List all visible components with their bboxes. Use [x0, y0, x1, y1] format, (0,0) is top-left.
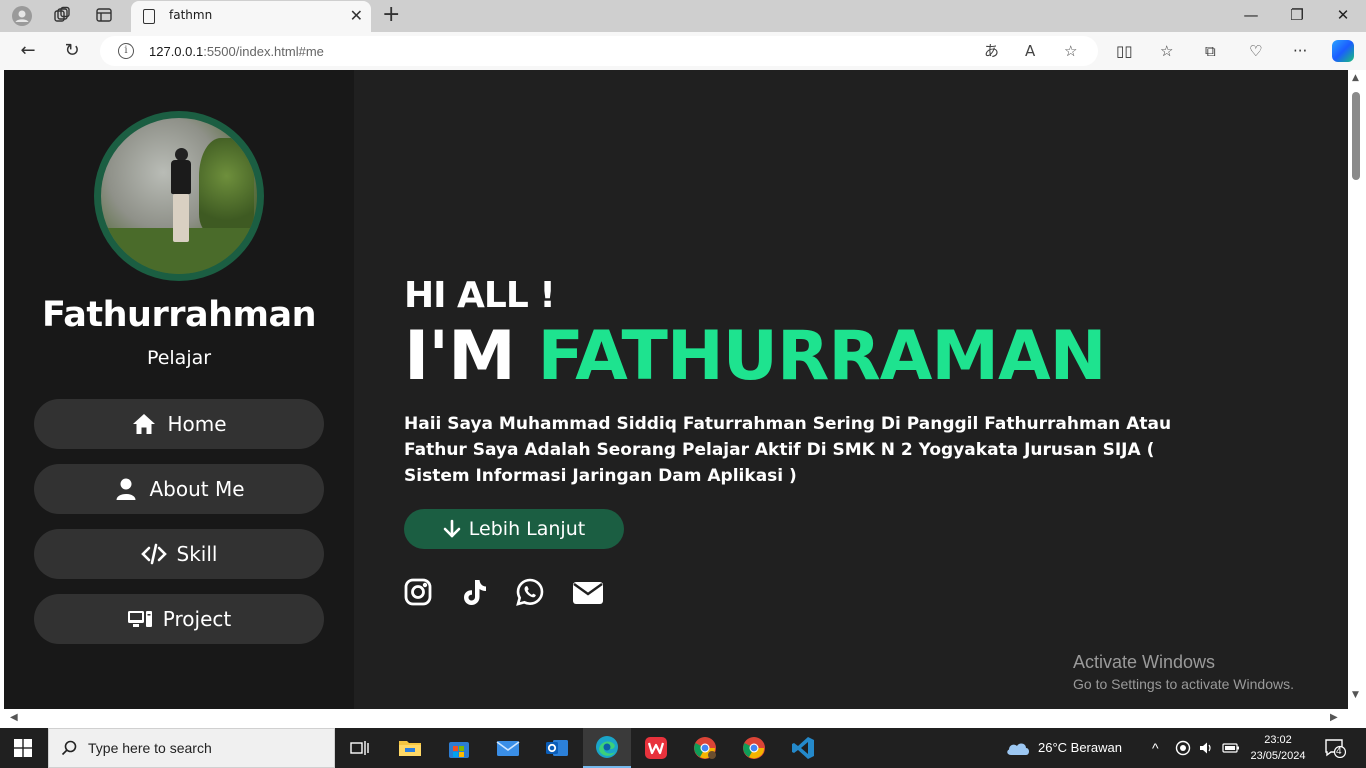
read-aloud-icon[interactable]: A [1025, 41, 1035, 61]
tab-bar: fathmn ✕ + — ❐ ✕ [0, 0, 1366, 32]
home-icon [133, 414, 156, 434]
close-window-icon[interactable]: ✕ [1320, 4, 1366, 26]
minimize-icon[interactable]: — [1228, 4, 1274, 26]
restore-icon[interactable]: ❐ [1274, 4, 1320, 26]
browser-essentials-icon[interactable]: ♡ [1249, 40, 1262, 62]
activate-windows-watermark: Activate Windows Go to Settings to activ… [1073, 652, 1294, 692]
hero-section: HI ALL ! I'M FATHURRAMAN Haii Saya Muham… [404, 70, 1284, 709]
notification-center-icon[interactable] [1324, 738, 1346, 758]
profile-role: Pelajar [146, 347, 212, 369]
tab-title: fathmn [169, 8, 213, 22]
scroll-left-icon[interactable]: ◀ [10, 712, 18, 723]
more-button[interactable]: Lebih Lanjut [404, 509, 624, 549]
windows-start-icon[interactable] [14, 739, 32, 757]
desktop-icon [127, 611, 152, 627]
scrollbar-thumb[interactable] [1352, 92, 1360, 180]
tiktok-icon[interactable] [460, 578, 488, 606]
tab-actions-icon[interactable] [94, 6, 114, 26]
favorites-icon[interactable]: ☆ [1160, 40, 1173, 62]
scroll-right-icon[interactable]: ▶ [1330, 712, 1338, 723]
copilot-icon[interactable] [1332, 40, 1354, 62]
nav-project-label: Project [162, 607, 232, 631]
chrome-icon[interactable] [730, 728, 778, 768]
microsoft-store-icon[interactable] [435, 728, 483, 768]
workspaces-icon[interactable] [52, 6, 72, 26]
watermark-subtitle: Go to Settings to activate Windows. [1073, 676, 1294, 692]
vscode-icon[interactable] [779, 728, 827, 768]
search-icon [61, 740, 77, 756]
clock-date: 23/05/2024 [1250, 750, 1306, 762]
hero-greeting: HI ALL ! [404, 275, 556, 316]
url-text[interactable]: 127.0.0.1:5500/index.html#me [149, 44, 324, 59]
mail-icon[interactable] [484, 728, 532, 768]
hero-intro: Haii Saya Muhammad Siddiq Faturrahman Se… [404, 414, 1172, 486]
record-icon[interactable] [1175, 740, 1191, 756]
address-bar-row: ← ↻ i 127.0.0.1:5500/index.html#me あ A ☆… [0, 32, 1366, 70]
nav-about-label: About Me [149, 477, 245, 501]
nav-home-label: Home [167, 412, 227, 436]
scroll-down-icon[interactable]: ▼ [1352, 690, 1359, 700]
nav-project[interactable]: Project [34, 594, 324, 644]
email-icon[interactable] [572, 578, 604, 606]
tab-active[interactable]: fathmn ✕ [131, 1, 371, 32]
hero-name: FATHURRAMAN [537, 317, 1106, 396]
instagram-icon[interactable] [404, 578, 432, 606]
collections-icon[interactable]: ⧉ [1205, 40, 1216, 62]
code-icon [140, 543, 167, 565]
edge-icon[interactable] [583, 728, 631, 768]
profile-name: Fathurrahman [41, 295, 317, 335]
taskbar: Type here to search 26°C Berawan ^ 23:02… [0, 728, 1366, 768]
nav-skill[interactable]: Skill [34, 529, 324, 579]
new-tab-icon[interactable]: + [382, 4, 400, 26]
clock[interactable]: 23:02 23/05/2024 [1248, 732, 1308, 764]
nav-skill-label: Skill [176, 542, 218, 566]
favorite-star-icon[interactable]: ☆ [1064, 41, 1077, 61]
search-placeholder: Type here to search [88, 740, 212, 756]
more-button-label: Lebih Lanjut [468, 518, 586, 540]
browser-window: fathmn ✕ + — ❐ ✕ ← ↻ i 127.0.0.1:5500/in… [0, 0, 1366, 728]
sidebar: Fathurrahman Pelajar Home About Me Skill… [4, 70, 354, 709]
horizontal-scrollbar[interactable]: ◀ ▶ [0, 709, 1366, 728]
notification-count: 4 [1336, 746, 1342, 757]
address-bar[interactable]: i 127.0.0.1:5500/index.html#me あ A ☆ [100, 36, 1098, 66]
page-icon [143, 9, 155, 24]
vertical-scrollbar[interactable]: ▲ ▼ [1348, 70, 1366, 709]
weather-cloud-icon[interactable] [1005, 738, 1031, 758]
back-icon[interactable]: ← [16, 39, 40, 63]
profile-photo [94, 111, 264, 281]
tray-overflow-icon[interactable]: ^ [1152, 740, 1159, 756]
task-view-icon[interactable] [336, 728, 384, 768]
user-icon [116, 478, 136, 500]
refresh-icon[interactable]: ↻ [60, 39, 84, 63]
split-screen-icon[interactable]: ▯▯ [1116, 40, 1133, 62]
watermark-title: Activate Windows [1073, 652, 1216, 672]
nav-home[interactable]: Home [34, 399, 324, 449]
close-tab-icon[interactable]: ✕ [350, 6, 363, 26]
chrome-profile-icon[interactable] [681, 728, 729, 768]
web-page: Fathurrahman Pelajar Home About Me Skill… [4, 70, 1348, 709]
arrow-down-icon [443, 519, 461, 538]
weather-text[interactable]: 26°C Berawan [1038, 740, 1122, 755]
more-menu-icon[interactable]: ··· [1293, 40, 1307, 62]
volume-icon[interactable] [1198, 740, 1214, 756]
nav-about-me[interactable]: About Me [34, 464, 324, 514]
file-explorer-icon[interactable] [386, 728, 434, 768]
taskbar-search[interactable]: Type here to search [48, 728, 335, 768]
outlook-icon[interactable] [533, 728, 581, 768]
translate-icon[interactable]: あ [984, 41, 999, 61]
social-links [404, 578, 604, 606]
profile-icon[interactable] [12, 6, 32, 26]
wps-office-icon[interactable] [632, 728, 680, 768]
whatsapp-icon[interactable] [516, 578, 544, 606]
scroll-up-icon[interactable]: ▲ [1352, 73, 1359, 83]
hero-headline: I'M FATHURRAMAN [404, 317, 1107, 396]
clock-time: 23:02 [1264, 734, 1292, 746]
site-info-icon[interactable]: i [118, 43, 134, 59]
battery-icon[interactable] [1222, 741, 1240, 755]
